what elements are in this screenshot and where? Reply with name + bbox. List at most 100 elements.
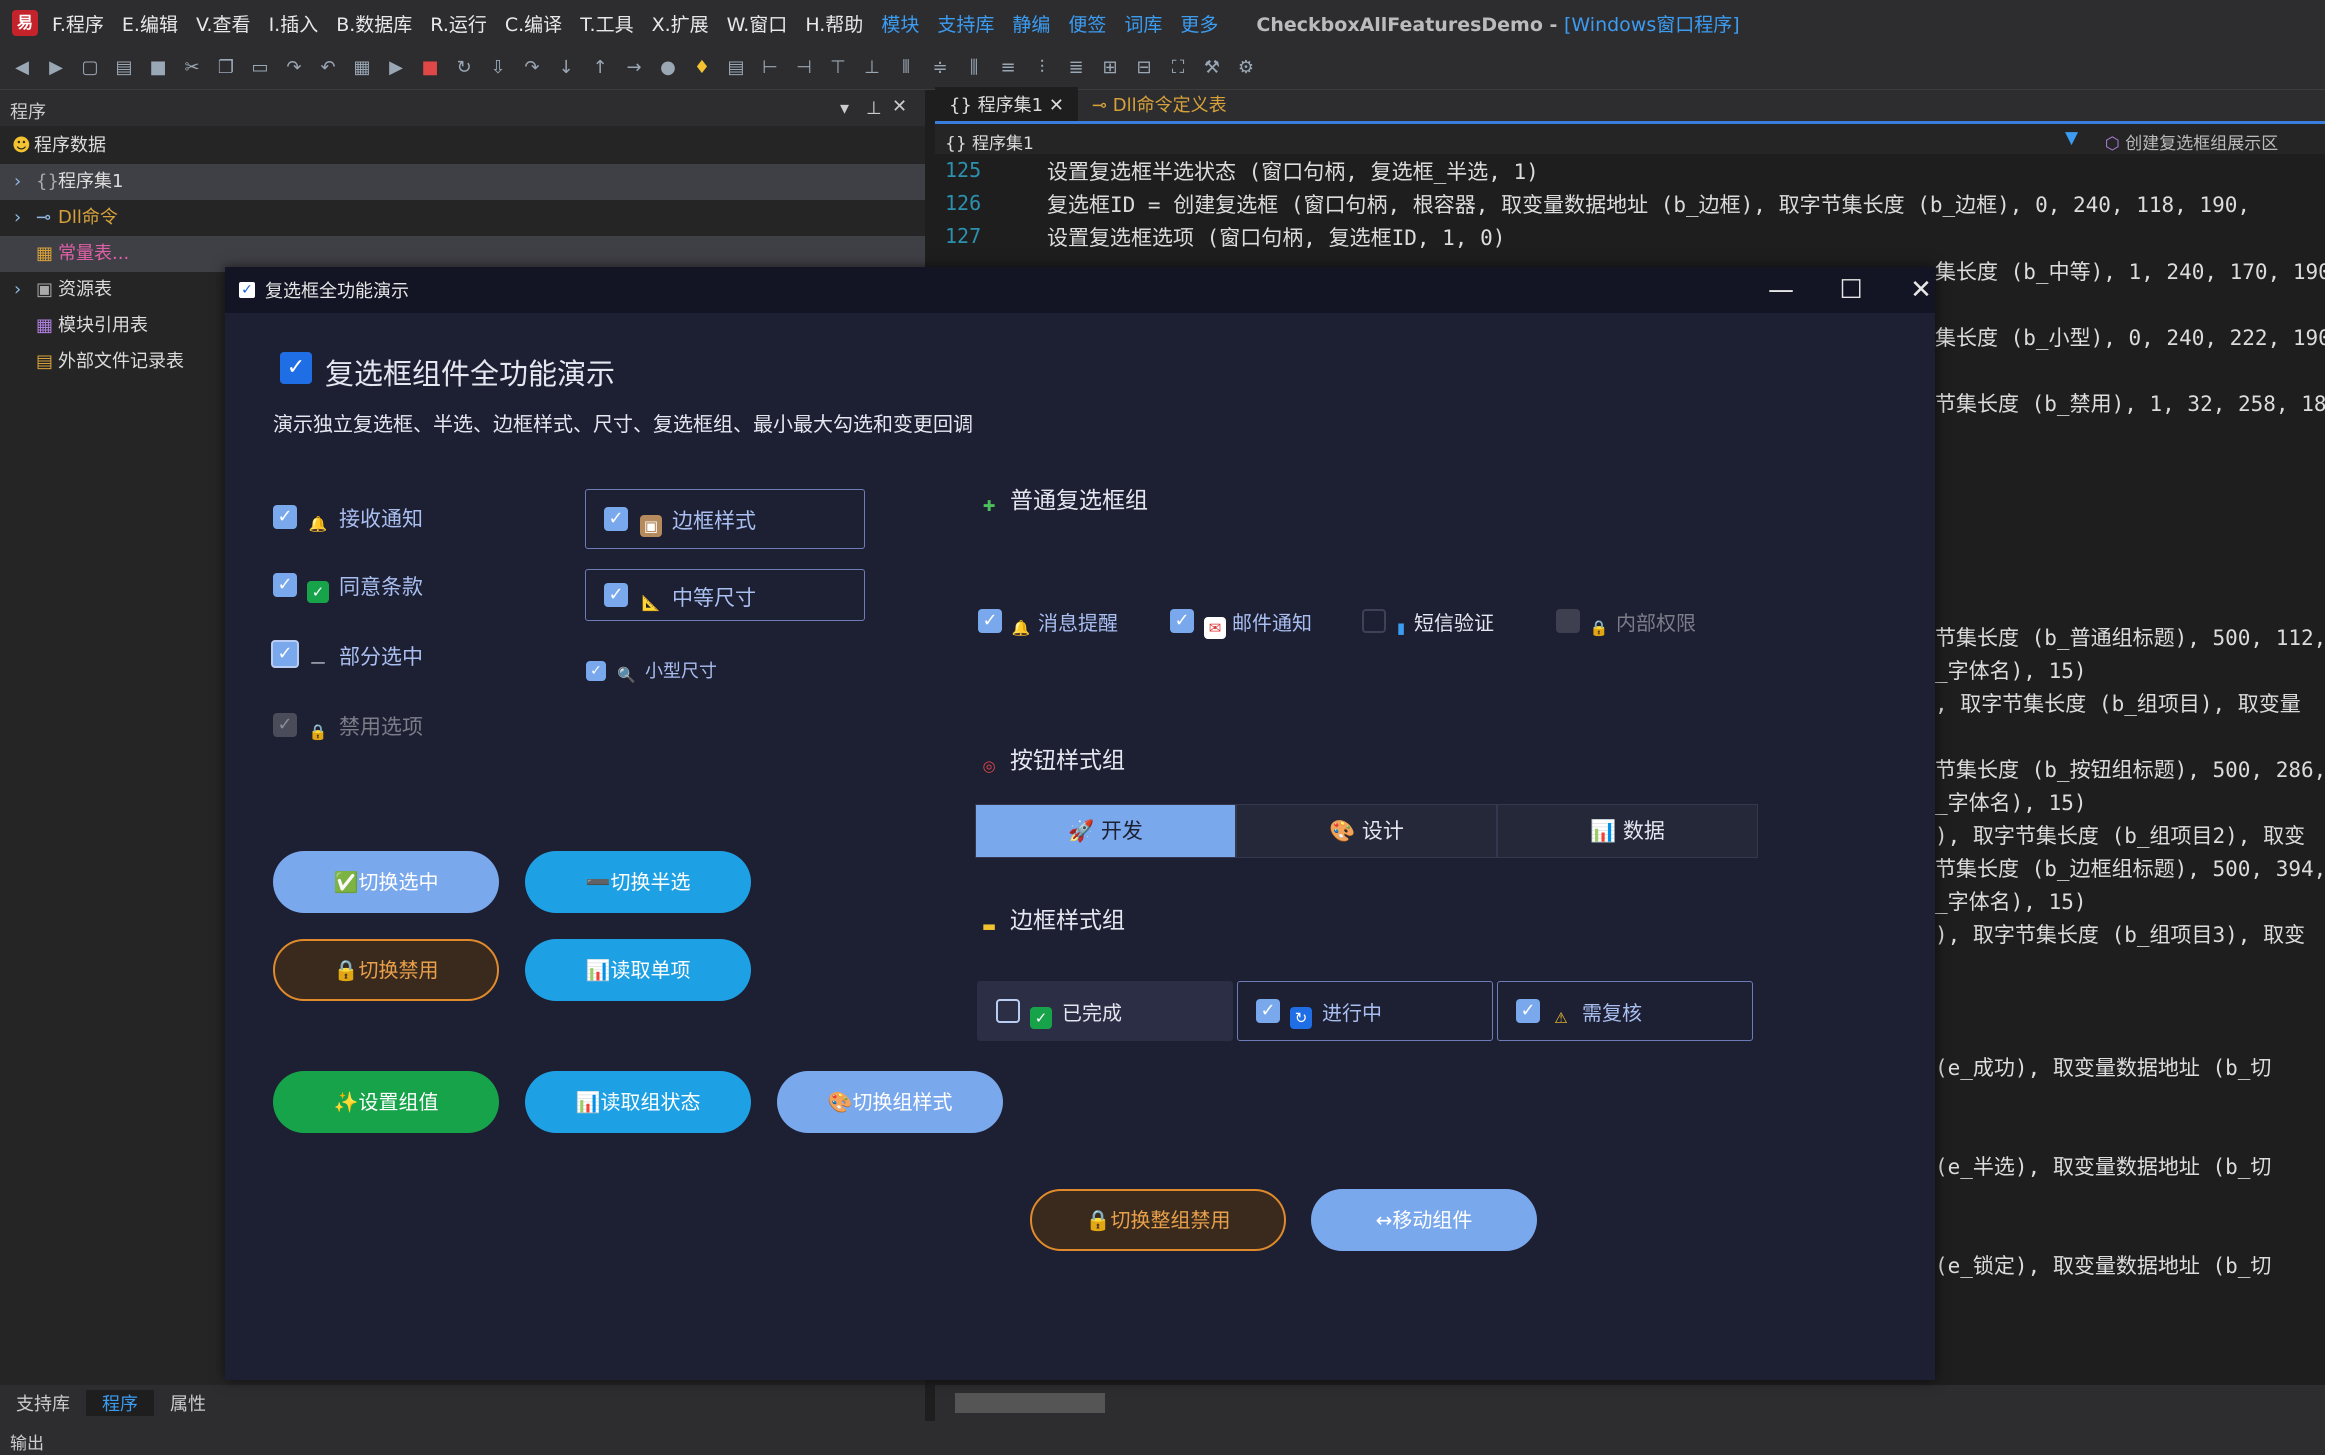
menu-static[interactable]: 静编 bbox=[1012, 10, 1050, 37]
center-v-icon[interactable]: ≡ bbox=[996, 56, 1020, 80]
spacing-icon[interactable]: ⫶ bbox=[1030, 56, 1054, 80]
toggle-group-style-button[interactable]: 🎨切换组样式 bbox=[777, 1071, 1003, 1133]
group3-item-done[interactable]: ✓ 已完成 bbox=[977, 981, 1233, 1041]
menu-help[interactable]: H.帮助 bbox=[805, 10, 863, 37]
toggle-half-button[interactable]: ➖切换半选 bbox=[525, 851, 751, 913]
checkbox-bordered[interactable]: ✓ ▣ 边框样式 bbox=[585, 489, 865, 549]
stop-icon[interactable]: ■ bbox=[418, 56, 442, 80]
tools-icon[interactable]: ⚙ bbox=[1234, 56, 1258, 80]
method-crumb[interactable]: ⬡ 创建复选框组展示区 bbox=[2105, 129, 2278, 154]
checkbox-label[interactable]: 🔔 消息提醒 bbox=[1010, 607, 1118, 639]
close-icon[interactable]: ✕ bbox=[892, 96, 907, 117]
maximize-icon[interactable]: ☐ bbox=[1831, 273, 1871, 307]
close-icon[interactable]: ✕ bbox=[1049, 95, 1064, 116]
toggle-all-disabled-button[interactable]: 🔒切换整组禁用 bbox=[1030, 1189, 1286, 1251]
move-component-button[interactable]: ↔移动组件 bbox=[1311, 1189, 1537, 1251]
align-right-icon[interactable]: ⊣ bbox=[792, 56, 816, 80]
checkbox-box[interactable]: ✓ bbox=[273, 573, 297, 597]
read-single-button[interactable]: 📊读取单项 bbox=[525, 939, 751, 1001]
group3-item-review[interactable]: ✓ ⚠ 需复核 bbox=[1497, 981, 1753, 1041]
menu-compile[interactable]: C.编译 bbox=[505, 10, 562, 37]
equal-width-icon[interactable]: ⊞ bbox=[1098, 56, 1122, 80]
folder-icon[interactable]: ▦ bbox=[350, 56, 374, 80]
tree-item-program-data[interactable]: ☻ 程序数据 bbox=[0, 128, 925, 164]
checkbox-label[interactable]: 🔍 小型尺寸 bbox=[617, 657, 717, 686]
menu-database[interactable]: B.数据库 bbox=[336, 10, 412, 37]
checkbox-label[interactable]: ✓ 已完成 bbox=[1030, 997, 1122, 1029]
toggle-disabled-button[interactable]: 🔒切换禁用 bbox=[273, 939, 499, 1001]
undo-icon[interactable]: ↶ bbox=[316, 56, 340, 80]
checkbox-medium[interactable]: ✓ 📐 中等尺寸 bbox=[585, 569, 865, 621]
checkbox-label[interactable]: ✓ 同意条款 bbox=[307, 571, 423, 603]
scroll-thumb[interactable] bbox=[955, 1393, 1105, 1413]
redo-icon[interactable]: ↷ bbox=[282, 56, 306, 80]
tab-program[interactable]: 程序 bbox=[86, 1390, 154, 1416]
pin-icon[interactable]: ⊥ bbox=[866, 98, 882, 119]
restart-icon[interactable]: ↻ bbox=[452, 56, 476, 80]
horizontal-scrollbar[interactable] bbox=[935, 1385, 2325, 1421]
checkbox-label[interactable]: ✉ 邮件通知 bbox=[1204, 607, 1312, 639]
run-icon[interactable]: ▶ bbox=[384, 56, 408, 80]
menu-insert[interactable]: I.插入 bbox=[269, 10, 319, 37]
step-into-icon[interactable]: ↓ bbox=[554, 56, 578, 80]
same-size-icon[interactable]: ⊟ bbox=[1132, 56, 1156, 80]
checkbox-box[interactable]: ✓ bbox=[586, 661, 606, 681]
checkbox-label[interactable]: 🔔 接收通知 bbox=[307, 503, 423, 535]
compile-icon[interactable]: ⇩ bbox=[486, 56, 510, 80]
tab-assembly[interactable]: {} 程序集1 ✕ bbox=[935, 87, 1078, 121]
dropdown-icon[interactable]: ▾ bbox=[840, 98, 849, 119]
menu-window[interactable]: W.窗口 bbox=[727, 10, 788, 37]
seg-data[interactable]: 📊 数据 bbox=[1497, 804, 1758, 858]
checkbox-box[interactable]: ✓ bbox=[604, 583, 628, 607]
align-bottom-icon[interactable]: ⊥ bbox=[860, 56, 884, 80]
checkbox-box[interactable]: ✓ bbox=[273, 505, 297, 529]
checkbox-box[interactable]: ✓ bbox=[978, 609, 1002, 633]
breakpoint-icon[interactable]: ● bbox=[656, 56, 680, 80]
seg-design[interactable]: 🎨 设计 bbox=[1236, 804, 1497, 858]
goto-icon[interactable]: → bbox=[622, 56, 646, 80]
step-out-icon[interactable]: ↑ bbox=[588, 56, 612, 80]
menu-more[interactable]: 更多 bbox=[1180, 10, 1218, 37]
code-line[interactable]: 设置复选框半选状态 (窗口句柄, 复选框_半选, 1) bbox=[1047, 156, 1539, 186]
tab-properties[interactable]: 属性 bbox=[154, 1390, 222, 1416]
code-line[interactable]: 复选框ID = 创建复选框 (窗口句柄, 根容器, 取变量数据地址 (b_边框)… bbox=[1047, 189, 2250, 219]
code-line[interactable]: 设置复选框选项 (窗口句柄, 复选框ID, 1, 0) bbox=[1047, 222, 1505, 252]
align-top-icon[interactable]: ⊤ bbox=[826, 56, 850, 80]
set-group-value-button[interactable]: ✨设置组值 bbox=[273, 1071, 499, 1133]
checkbox-label[interactable]: ⚠ 需复核 bbox=[1550, 997, 1642, 1029]
checkbox-label[interactable]: — 部分选中 bbox=[307, 641, 424, 673]
menu-module[interactable]: 模块 bbox=[881, 10, 919, 37]
new-file-icon[interactable]: ▢ bbox=[78, 56, 102, 80]
cut-icon[interactable]: ✂ bbox=[180, 56, 204, 80]
read-group-state-button[interactable]: 📊读取组状态 bbox=[525, 1071, 751, 1133]
center-h-icon[interactable]: ≑ bbox=[928, 56, 952, 80]
tab-dll[interactable]: ⊸ Dll命令定义表 bbox=[1078, 87, 1241, 121]
minimize-icon[interactable]: — bbox=[1761, 273, 1801, 307]
checkbox-box[interactable] bbox=[1362, 609, 1386, 633]
back-icon[interactable]: ◀ bbox=[10, 56, 34, 80]
checkbox-box[interactable]: ✓ bbox=[1170, 609, 1194, 633]
checkbox-box[interactable]: ✓ bbox=[1256, 999, 1280, 1023]
menu-support-lib[interactable]: 支持库 bbox=[937, 10, 994, 37]
checkbox-label[interactable]: ▮ 短信验证 bbox=[1394, 607, 1494, 639]
checkbox-box[interactable]: ✓ bbox=[604, 507, 628, 531]
step-over-icon[interactable]: ↷ bbox=[520, 56, 544, 80]
distribute-h-icon[interactable]: ⫴ bbox=[894, 56, 918, 80]
tree-item-dll[interactable]: › ⊸ Dll命令 bbox=[0, 200, 925, 236]
comment-icon[interactable]: ▤ bbox=[724, 56, 748, 80]
save-icon[interactable]: ■ bbox=[146, 56, 170, 80]
align-left-icon[interactable]: ⊢ bbox=[758, 56, 782, 80]
tab-support-lib[interactable]: 支持库 bbox=[0, 1390, 86, 1416]
copy-icon[interactable]: ❐ bbox=[214, 56, 238, 80]
lightbulb-icon[interactable]: ♦ bbox=[690, 56, 714, 80]
tree-item-assembly[interactable]: › {}程序集1 bbox=[0, 164, 925, 200]
menu-extend[interactable]: X.扩展 bbox=[652, 10, 709, 37]
menu-edit[interactable]: E.编辑 bbox=[122, 10, 178, 37]
checkbox-box[interactable]: ✓ bbox=[1516, 999, 1540, 1023]
group3-item-in-progress[interactable]: ✓ ↻ 进行中 bbox=[1237, 981, 1493, 1041]
distribute-v-icon[interactable]: ⫼ bbox=[962, 56, 986, 80]
paste-icon[interactable]: ▭ bbox=[248, 56, 272, 80]
checkbox-box[interactable] bbox=[996, 999, 1020, 1023]
breadcrumb[interactable]: 程序集1 bbox=[972, 134, 1034, 154]
chevron-down-icon[interactable]: ▼ bbox=[2065, 128, 2078, 148]
